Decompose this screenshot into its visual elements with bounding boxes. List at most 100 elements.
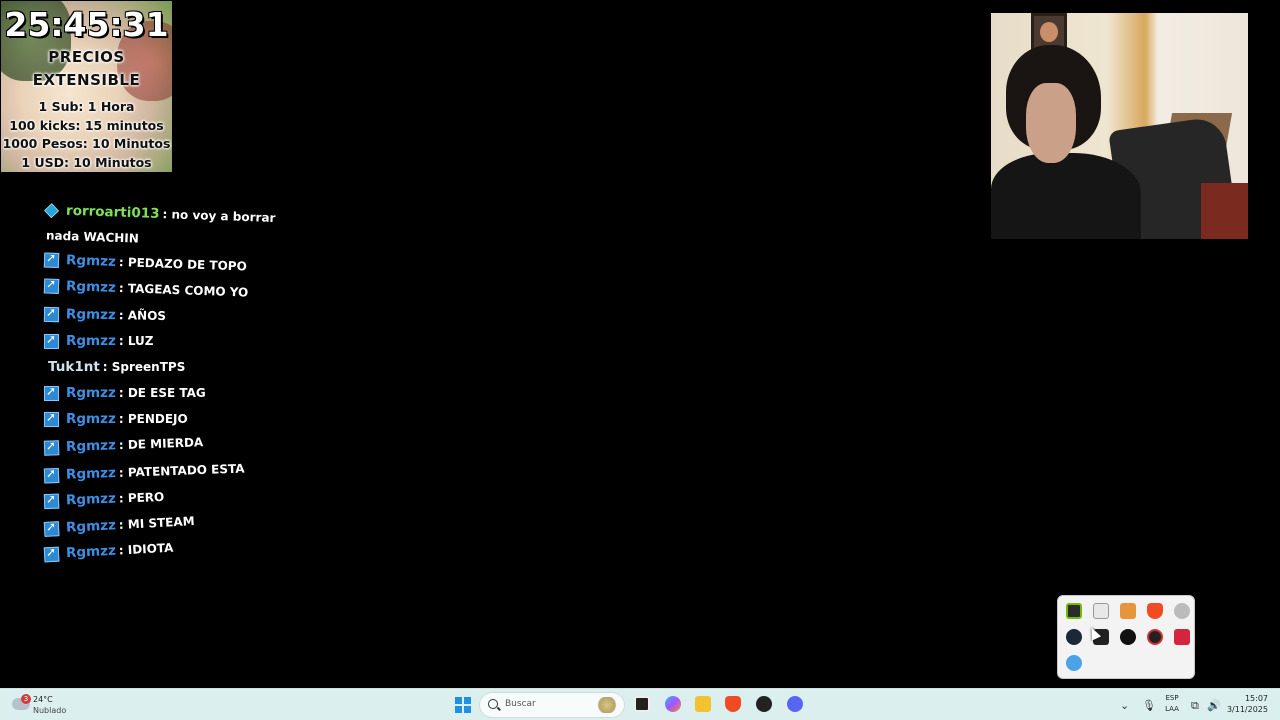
chat-message: Rgmzz : TAGEAS COMO YO <box>43 277 249 300</box>
arrow-badge-icon <box>44 384 59 401</box>
chat-message: Rgmzz : DE MIERDA <box>43 434 204 456</box>
steam-icon[interactable] <box>1066 629 1082 645</box>
weather-alert-badge: 3 <box>21 694 31 704</box>
weather-description: Nublado <box>33 706 67 715</box>
timer-countdown: 25:45:31 <box>4 5 169 44</box>
chat-username: Rgmzz <box>65 252 117 270</box>
chat-message: Rgmzz : PEDAZO DE TOPO <box>43 251 248 274</box>
obs-like-icon[interactable] <box>1120 629 1136 645</box>
system-clock[interactable]: 15:07 3/11/2025 <box>1225 693 1268 715</box>
chat-username: Rgmzz <box>66 411 116 427</box>
chat-message-text: : AÑOS <box>118 308 167 324</box>
chat-message-text: : TAGEAS COMO YO <box>118 281 249 300</box>
timer-rate: 1 USD: 10 Minutos <box>21 154 152 170</box>
microphone-icon[interactable]: 🎙 <box>1142 699 1156 712</box>
copilot-icon[interactable] <box>665 696 681 712</box>
volume-icon[interactable]: 🔊 <box>1207 699 1221 712</box>
discord-icon[interactable] <box>1093 603 1109 619</box>
start-button[interactable] <box>455 697 471 713</box>
webcam-feed <box>991 13 1248 239</box>
chat-message-text: : SpreenTPS <box>102 360 186 374</box>
clock-time: 15:07 <box>1244 694 1268 703</box>
chat-message: Rgmzz : PATENTADO ESTA <box>43 461 245 484</box>
chat-message-text: : LUZ <box>118 334 154 348</box>
windows-logo-icon <box>455 697 462 704</box>
chat-message-text: : MI STEAM <box>118 514 195 533</box>
discord-taskbar-icon[interactable] <box>787 696 803 712</box>
chat-message: Tuk1nt : SpreenTPS <box>48 359 185 375</box>
tray-overflow-chevron-icon[interactable]: ⌄ <box>1120 699 1129 712</box>
nvidia-icon[interactable] <box>1066 603 1082 619</box>
chat-username: Rgmzz <box>65 464 117 483</box>
chat-username: Tuk1nt <box>48 359 100 375</box>
chat-username: Rgmzz <box>66 385 116 401</box>
arrow-badge-icon <box>44 332 59 349</box>
language-code: ESP <box>1165 694 1179 702</box>
streamer-face <box>1026 83 1076 163</box>
defender-icon[interactable] <box>1066 655 1082 671</box>
windows-logo-icon <box>464 706 471 713</box>
weather-temperature: 24°C <box>33 695 53 704</box>
chat-message-text: : IDIOTA <box>118 540 174 558</box>
chat-message: Rgmzz : PERO <box>43 489 165 509</box>
chat-username: Rgmzz <box>65 542 117 562</box>
timer-rate: 1000 Pesos: 10 Minutos <box>2 136 171 151</box>
app-orange-icon[interactable] <box>1120 603 1136 619</box>
timer-heading-extensible: EXTENSIBLE <box>32 71 141 89</box>
clock-date: 3/11/2025 <box>1226 705 1268 714</box>
chat-message-text: : no voy a borrar <box>162 207 276 226</box>
chat-message-text: : PATENTADO ESTA <box>118 461 245 480</box>
timer-rate: 100 kicks: 15 minutos <box>9 117 164 133</box>
chat-message-text: : DE MIERDA <box>118 435 204 453</box>
chat-message: Rgmzz : AÑOS <box>43 306 167 324</box>
keyboard-layout: LAA <box>1165 705 1179 713</box>
arrow-badge-icon <box>43 277 60 294</box>
chat-username: Rgmzz <box>65 517 117 536</box>
hidden-tray-icons-flyout <box>1057 595 1195 679</box>
chat-username: Rgmzz <box>66 333 116 349</box>
chat-message: Rgmzz : DE ESE TAG <box>44 384 206 401</box>
arrow-badge-icon <box>43 493 60 509</box>
search-highlight-icon <box>596 697 618 713</box>
hidden-eye-icon[interactable] <box>1174 603 1190 619</box>
arrow-badge-icon <box>43 467 60 483</box>
weather-widget[interactable]: 3 24°C Nublado <box>12 693 82 717</box>
timer-heading-prices: PRECIOS <box>48 48 125 66</box>
task-view-icon[interactable] <box>634 696 650 712</box>
file-explorer-icon[interactable] <box>695 696 711 712</box>
streamer-body <box>991 153 1141 239</box>
app-dark-icon[interactable] <box>756 696 772 712</box>
chat-message: Rgmzz : MI STEAM <box>43 513 195 537</box>
subathon-timer-panel: 25:45:31 PRECIOS EXTENSIBLE 1 Sub: 1 Hor… <box>1 1 172 172</box>
search-icon <box>488 699 498 709</box>
chat-message-text: : PEDAZO DE TOPO <box>118 255 248 274</box>
chat-message-text: : PENDEJO <box>118 412 188 426</box>
chat-username: Rgmzz <box>65 278 117 296</box>
chat-username: rorroarti013 <box>65 202 160 222</box>
chat-message: Rgmzz : LUZ <box>44 332 154 349</box>
chat-username: Rgmzz <box>65 490 117 509</box>
arrow-badge-icon <box>43 546 60 562</box>
language-indicator[interactable]: ESP LAA <box>1160 693 1184 715</box>
brave-browser-icon[interactable] <box>725 696 741 712</box>
brave-icon[interactable] <box>1147 603 1163 619</box>
red-app-icon[interactable] <box>1174 629 1190 645</box>
chat-message: rorroarti013 : no voy a borrar <box>44 202 276 226</box>
chat-badge-icon <box>44 202 59 218</box>
windows-taskbar: 3 24°C Nublado Buscar ⌄ 🎙 ESP LAA ⧉ 🔊 15… <box>0 688 1280 720</box>
side-table <box>1201 183 1248 239</box>
chat-message: Rgmzz : PENDEJO <box>44 410 188 427</box>
chat-username: Rgmzz <box>65 306 116 324</box>
taskbar-search[interactable]: Buscar <box>479 692 625 718</box>
arrow-badge-icon <box>43 520 60 537</box>
chat-username: Rgmzz <box>65 437 117 456</box>
windows-logo-icon <box>464 697 471 704</box>
chat-message-text: : PERO <box>118 489 165 506</box>
windows-logo-icon <box>455 706 462 713</box>
chat-message: Rgmzz : IDIOTA <box>43 540 174 563</box>
network-icon[interactable]: ⧉ <box>1191 699 1199 713</box>
chat-message-continuation: nada WACHIN <box>45 228 140 246</box>
record-icon[interactable] <box>1147 629 1163 645</box>
arrow-badge-icon <box>44 410 59 427</box>
arrow-badge-icon <box>43 306 60 322</box>
